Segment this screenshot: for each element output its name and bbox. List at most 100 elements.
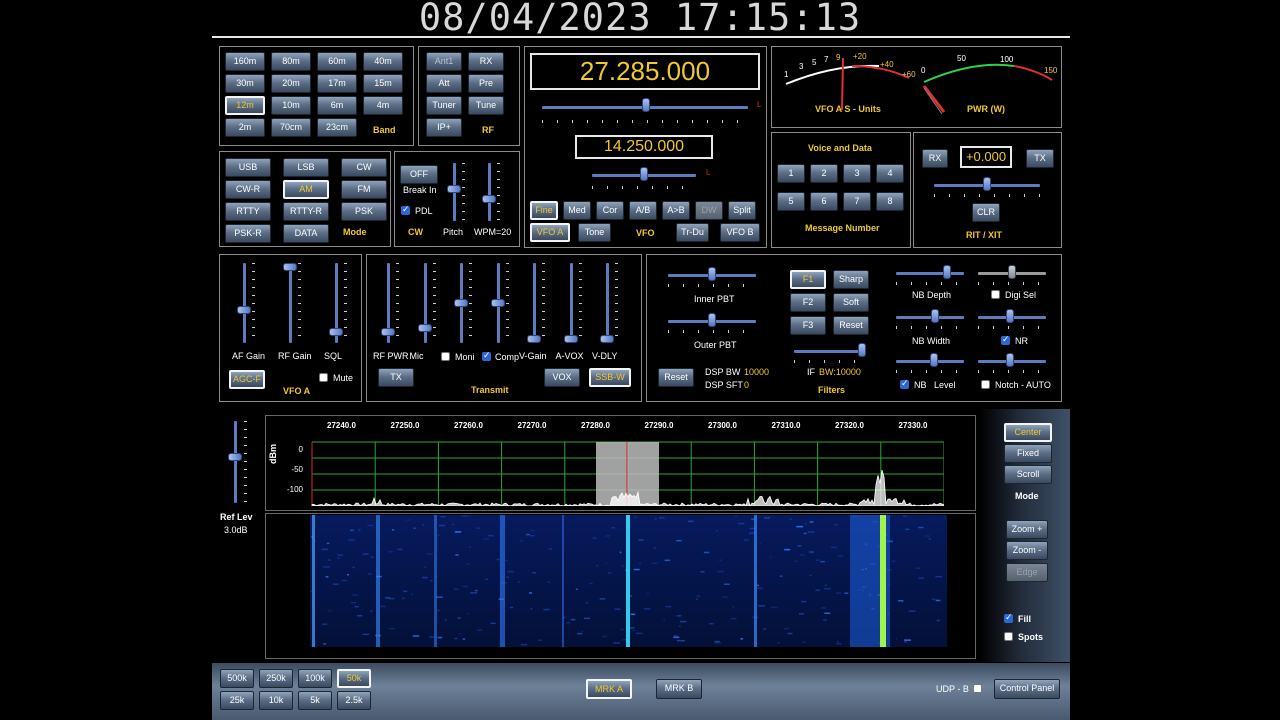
pbt-reset-button[interactable]: Reset: [658, 368, 694, 387]
rf-button-att[interactable]: Att: [426, 74, 462, 93]
edge-button[interactable]: Edge: [1006, 563, 1048, 582]
message-button-2[interactable]: 2: [810, 164, 838, 183]
inner-pbt-thumb[interactable]: [708, 267, 716, 281]
transmit-v-gain-slider[interactable]: [533, 263, 536, 343]
mrk-b-button[interactable]: MRK B: [656, 679, 702, 699]
vox-button[interactable]: VOX: [544, 368, 580, 387]
display-mode-center-button[interactable]: Center: [1004, 423, 1052, 442]
nb-checkbox[interactable]: [900, 378, 909, 389]
spots-checkbox[interactable]: [1004, 632, 1013, 641]
filter-f2-button[interactable]: F2: [790, 293, 826, 312]
filter-f1-button[interactable]: F1: [790, 270, 826, 289]
band-button-60m[interactable]: 60m: [317, 52, 357, 71]
message-button-6[interactable]: 6: [810, 192, 838, 211]
udp-checkbox[interactable]: [973, 684, 982, 693]
band-button-40m[interactable]: 40m: [363, 52, 403, 71]
pdl-checkbox[interactable]: [401, 204, 410, 215]
pitch-thumb[interactable]: [447, 185, 461, 193]
vfo-step-med[interactable]: Med: [563, 201, 591, 220]
filter-shape-soft-button[interactable]: Soft: [833, 293, 869, 312]
band-button-12m[interactable]: 12m: [225, 96, 265, 115]
message-button-7[interactable]: 7: [843, 192, 871, 211]
transmit-v-dly-thumb[interactable]: [600, 335, 614, 343]
mrk-a-button[interactable]: MRK A: [586, 679, 632, 699]
cw-off-button[interactable]: OFF: [400, 165, 438, 184]
vfo-select-tone[interactable]: Tone: [578, 223, 611, 242]
mode-button-rtty-r[interactable]: RTTY-R: [283, 202, 329, 221]
mode-button-am[interactable]: AM: [283, 180, 329, 199]
mode-button-cw[interactable]: CW: [341, 158, 387, 177]
wpm-thumb[interactable]: [482, 195, 496, 203]
mode-button-psk[interactable]: PSK: [341, 202, 387, 221]
mode-button-data[interactable]: DATA: [283, 224, 329, 243]
rit-thumb[interactable]: [983, 177, 991, 191]
notch-checkbox[interactable]: [981, 380, 990, 389]
span-button-50k[interactable]: 50k: [337, 669, 371, 688]
span-button-25k[interactable]: 25k: [220, 691, 254, 710]
rf-button-pre[interactable]: Pre: [468, 74, 504, 93]
vfo-step-fine[interactable]: Fine: [530, 201, 558, 220]
zoom-in-button[interactable]: Zoom +: [1006, 520, 1048, 539]
band-button-2m[interactable]: 2m: [225, 118, 265, 137]
transmit-rf-pwr-thumb[interactable]: [381, 327, 395, 336]
rit-value-display[interactable]: +0.000: [960, 146, 1012, 168]
agc-button[interactable]: AGC-F: [229, 370, 265, 389]
band-button-23cm[interactable]: 23cm: [317, 118, 357, 137]
rf-button-ip[interactable]: IP+: [426, 118, 462, 137]
rf-button-rx[interactable]: RX: [468, 52, 504, 71]
vfoa-af-gain-thumb[interactable]: [237, 306, 251, 315]
mode-button-usb[interactable]: USB: [225, 158, 271, 177]
ref-level-thumb[interactable]: [228, 453, 242, 461]
band-button-30m[interactable]: 30m: [225, 74, 265, 93]
message-button-8[interactable]: 8: [876, 192, 904, 211]
band-button-6m[interactable]: 6m: [317, 96, 357, 115]
rf-button-ant1[interactable]: Ant1: [426, 52, 462, 71]
notch-thumb[interactable]: [1006, 353, 1014, 367]
transmit-v-gain-thumb[interactable]: [527, 335, 541, 343]
control-panel-button[interactable]: Control Panel: [994, 679, 1060, 699]
mode-button-rtty[interactable]: RTTY: [225, 202, 271, 221]
digi-sel-thumb[interactable]: [1008, 265, 1016, 279]
spectrum-plot[interactable]: [310, 440, 944, 506]
vfo-select-tr-du[interactable]: Tr-Du: [676, 223, 709, 242]
transmit-level-3-thumb[interactable]: [454, 299, 468, 307]
filter-shape-sharp-button[interactable]: Sharp: [833, 270, 869, 289]
vfo-step-split[interactable]: Split: [728, 201, 756, 220]
display-mode-scroll-button[interactable]: Scroll: [1004, 465, 1052, 484]
vfo-step-cor[interactable]: Cor: [596, 201, 624, 220]
span-button-2-5k[interactable]: 2.5k: [337, 691, 371, 710]
mode-button-fm[interactable]: FM: [341, 180, 387, 199]
vfoa-sql-thumb[interactable]: [329, 327, 343, 336]
mode-button-psk-r[interactable]: PSK-R: [225, 224, 271, 243]
nb-depth-thumb[interactable]: [943, 265, 951, 279]
main-frequency-display[interactable]: 27.285.000: [530, 53, 760, 90]
band-button-20m[interactable]: 20m: [271, 74, 311, 93]
transmit-a-vox-slider[interactable]: [569, 263, 573, 343]
vfo-step-a-b[interactable]: A>B: [662, 201, 690, 220]
waterfall-display[interactable]: [310, 515, 947, 647]
span-button-10k[interactable]: 10k: [259, 691, 293, 710]
nr-thumb[interactable]: [1006, 309, 1014, 323]
message-button-4[interactable]: 4: [876, 164, 904, 183]
display-mode-fixed-button[interactable]: Fixed: [1004, 444, 1052, 463]
band-button-17m[interactable]: 17m: [317, 74, 357, 93]
span-button-500k[interactable]: 500k: [220, 669, 254, 688]
sub-tuning-thumb[interactable]: [640, 167, 648, 181]
message-button-3[interactable]: 3: [843, 164, 871, 183]
band-button-80m[interactable]: 80m: [271, 52, 311, 71]
main-tuning-thumb[interactable]: [642, 98, 650, 112]
message-button-5[interactable]: 5: [777, 192, 805, 211]
vfoa-rf-gain-slider[interactable]: [289, 263, 292, 343]
nb-width-thumb[interactable]: [931, 309, 939, 323]
fill-checkbox[interactable]: [1004, 612, 1013, 623]
span-button-250k[interactable]: 250k: [259, 669, 293, 688]
comp-checkbox[interactable]: [482, 350, 491, 361]
outer-pbt-thumb[interactable]: [708, 313, 716, 327]
wpm-slider[interactable]: [488, 163, 491, 221]
mode-button-lsb[interactable]: LSB: [283, 158, 329, 177]
rit-rx-button[interactable]: RX: [922, 149, 948, 168]
nb-width-slider[interactable]: [896, 316, 964, 319]
transmit-v-dly-slider[interactable]: [606, 263, 609, 343]
band-button-15m[interactable]: 15m: [363, 74, 403, 93]
span-button-100k[interactable]: 100k: [298, 669, 332, 688]
